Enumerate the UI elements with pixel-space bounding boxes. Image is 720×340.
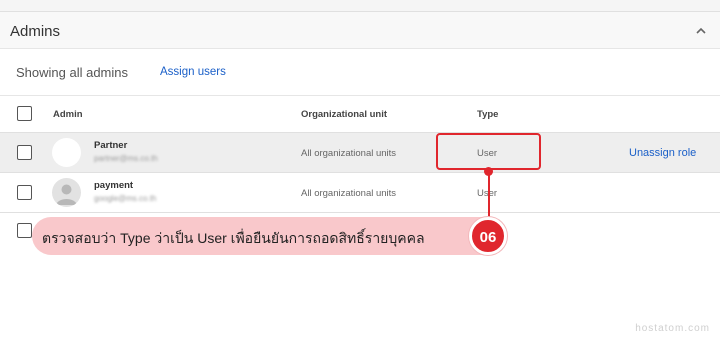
admins-panel: Admins Showing all admins Assign users A… xyxy=(0,0,720,340)
type-highlight-box xyxy=(436,133,541,170)
avatar xyxy=(52,178,81,207)
section-header[interactable]: Admins xyxy=(0,12,720,49)
header-type: Type xyxy=(477,109,499,120)
table-header: Admin Organizational unit Type xyxy=(0,96,720,133)
top-divider xyxy=(0,0,720,12)
row-checkbox[interactable] xyxy=(17,223,32,238)
step-badge: 06 xyxy=(469,217,507,255)
avatar xyxy=(52,138,81,167)
header-org-unit: Organizational unit xyxy=(301,109,388,120)
chevron-up-icon[interactable] xyxy=(696,26,706,36)
step-number: 06 xyxy=(479,229,497,246)
admin-email: google@ms.co.th xyxy=(94,194,157,203)
watermark: hostatom.com xyxy=(635,323,710,334)
header-admin: Admin xyxy=(53,109,83,120)
row-checkbox[interactable] xyxy=(17,145,32,160)
instruction-callout: ตรวจสอบว่า Type ว่าเป็น User เพื่อยืนยัน… xyxy=(32,217,482,255)
org-unit-cell: All organizational units xyxy=(301,148,397,159)
unassign-role-link[interactable]: Unassign role xyxy=(629,147,696,159)
row-checkbox[interactable] xyxy=(17,185,32,200)
admin-email: partner@ms.co.th xyxy=(94,154,158,163)
showing-label: Showing all admins xyxy=(16,65,129,80)
filter-bar: Showing all admins Assign users xyxy=(0,49,720,96)
select-all-checkbox[interactable] xyxy=(17,106,32,121)
assign-users-link[interactable]: Assign users xyxy=(160,66,226,78)
callout-connector xyxy=(488,170,490,218)
person-icon xyxy=(56,184,77,205)
section-title: Admins xyxy=(10,23,61,40)
callout-dot xyxy=(484,167,493,176)
admin-name: Partner xyxy=(94,140,128,151)
org-unit-cell: All organizational units xyxy=(301,188,397,199)
admin-name: payment xyxy=(94,180,134,191)
table-row[interactable]: payment google@ms.co.th All organization… xyxy=(0,173,720,213)
callout-text: ตรวจสอบว่า Type ว่าเป็น User เพื่อยืนยัน… xyxy=(42,230,425,246)
table-row[interactable]: Partner partner@ms.co.th All organizatio… xyxy=(0,133,720,173)
